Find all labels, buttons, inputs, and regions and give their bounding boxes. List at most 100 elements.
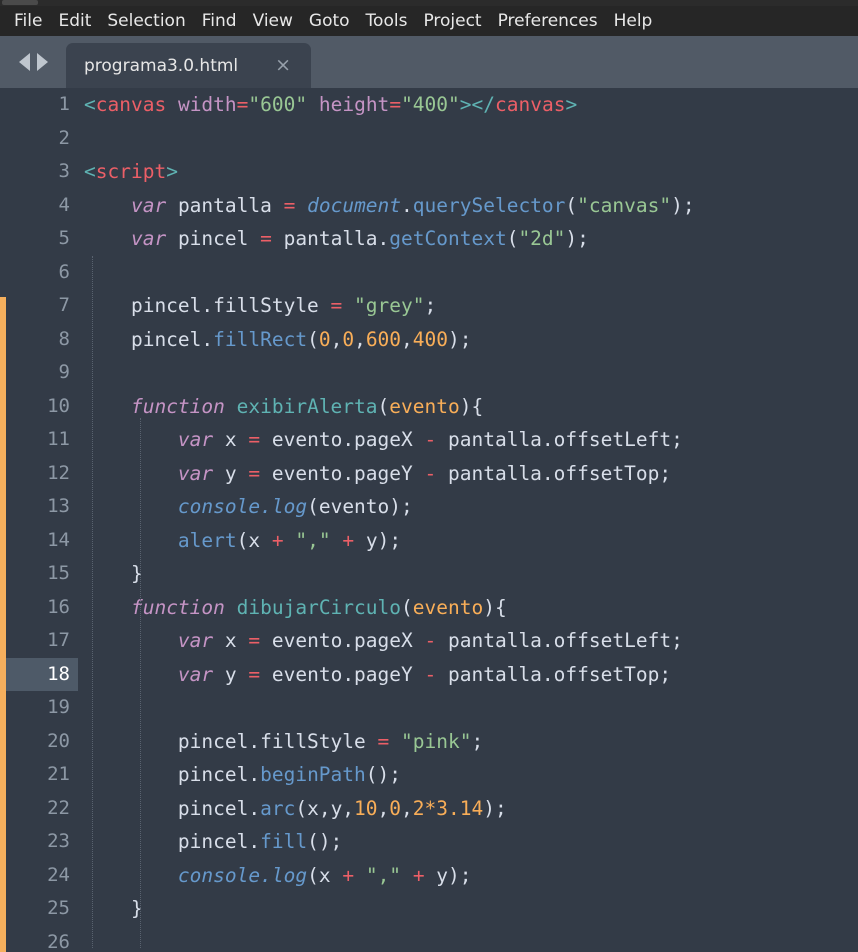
code-token <box>84 395 131 418</box>
code-line[interactable]: 4 var pantalla = document.querySelector(… <box>0 189 858 223</box>
code-line-active[interactable]: 18 var y = evento.pageY - pantalla.offse… <box>0 658 858 692</box>
code-token <box>84 663 178 686</box>
code-text[interactable]: pincel.arc(x,y,10,0,2*3.14); <box>78 792 858 826</box>
code-line[interactable]: 16 function dibujarCirculo(evento){ <box>0 591 858 625</box>
code-token: = <box>331 294 343 317</box>
code-line[interactable]: 12 var y = evento.pageY - pantalla.offse… <box>0 457 858 491</box>
code-token: arc <box>260 797 295 820</box>
code-token: 600 <box>366 328 401 351</box>
menu-item-view[interactable]: View <box>245 6 301 36</box>
code-token: evento.pageY <box>260 462 424 485</box>
code-token: getContext <box>389 227 506 250</box>
code-token: pantalla <box>166 194 283 217</box>
menu-item-help[interactable]: Help <box>606 6 661 36</box>
code-token: , <box>354 328 366 351</box>
code-line[interactable]: 20 pincel.fillStyle = "pink"; <box>0 725 858 759</box>
menu-item-tools[interactable]: Tools <box>358 6 416 36</box>
code-line[interactable]: 26 <box>0 926 858 952</box>
code-text[interactable]: pincel.beginPath(); <box>78 758 858 792</box>
code-line[interactable]: 5 var pincel = pantalla.getContext("2d")… <box>0 222 858 256</box>
code-token: > <box>460 93 472 116</box>
code-text[interactable]: alert(x + "," + y); <box>78 524 858 558</box>
close-icon[interactable]: × <box>261 56 311 75</box>
editor-tab[interactable]: programa3.0.html× <box>66 43 311 88</box>
code-line[interactable]: 2 <box>0 122 858 156</box>
code-line[interactable]: 25 } <box>0 892 858 926</box>
code-line[interactable]: 15 } <box>0 557 858 591</box>
code-line[interactable]: 7 pincel.fillStyle = "grey"; <box>0 289 858 323</box>
arrow-left-icon[interactable] <box>19 53 30 71</box>
menu-item-find[interactable]: Find <box>194 6 245 36</box>
line-number: 9 <box>6 356 78 390</box>
code-text[interactable]: var pincel = pantalla.getContext("2d"); <box>78 222 858 256</box>
code-line[interactable]: 1<canvas width="600" height="400"></canv… <box>0 88 858 122</box>
code-text[interactable]: <script> <box>78 155 858 189</box>
code-token <box>225 395 237 418</box>
code-text[interactable]: var x = evento.pageX - pantalla.offsetLe… <box>78 624 858 658</box>
code-line[interactable]: 23 pincel.fill(); <box>0 825 858 859</box>
code-token: var <box>178 462 213 485</box>
menu-item-selection[interactable]: Selection <box>99 6 193 36</box>
code-token <box>84 495 178 518</box>
code-text[interactable]: function dibujarCirculo(evento){ <box>78 591 858 625</box>
code-token: height <box>319 93 389 116</box>
code-text[interactable]: pincel.fill(); <box>78 825 858 859</box>
code-text[interactable]: } <box>78 557 858 591</box>
code-token: canvas <box>96 93 166 116</box>
code-token: = <box>378 730 390 753</box>
code-text[interactable]: pincel.fillRect(0,0,600,400); <box>78 323 858 357</box>
code-text[interactable]: var y = evento.pageY - pantalla.offsetTo… <box>78 457 858 491</box>
menu-item-preferences[interactable]: Preferences <box>490 6 606 36</box>
line-number: 15 <box>6 557 78 591</box>
code-text[interactable]: console.log(evento); <box>78 490 858 524</box>
code-text[interactable]: var pantalla = document.querySelector("c… <box>78 189 858 223</box>
code-token: 2 <box>413 797 425 820</box>
code-token: + <box>413 864 425 887</box>
code-line[interactable]: 14 alert(x + "," + y); <box>0 524 858 558</box>
code-text[interactable]: <canvas width="600" height="400"></canva… <box>78 88 858 122</box>
code-text[interactable]: var y = evento.pageY - pantalla.offsetTo… <box>78 658 858 692</box>
code-token: </ <box>472 93 495 116</box>
code-line[interactable]: 10 function exibirAlerta(evento){ <box>0 390 858 424</box>
code-editor[interactable]: 1<canvas width="600" height="400"></canv… <box>0 88 858 952</box>
code-line[interactable]: 24 console.log(x + "," + y); <box>0 859 858 893</box>
code-line[interactable]: 9 <box>0 356 858 390</box>
code-token: "2d" <box>518 227 565 250</box>
menu-item-file[interactable]: File <box>6 6 50 36</box>
menu-item-edit[interactable]: Edit <box>50 6 99 36</box>
code-token: "," <box>366 864 401 887</box>
code-token: y <box>213 462 248 485</box>
code-text[interactable]: pincel.fillStyle = "pink"; <box>78 725 858 759</box>
line-number: 7 <box>6 289 78 323</box>
code-token: function <box>131 596 225 619</box>
code-line[interactable]: 8 pincel.fillRect(0,0,600,400); <box>0 323 858 357</box>
code-token <box>389 730 401 753</box>
code-line[interactable]: 21 pincel.beginPath(); <box>0 758 858 792</box>
code-token: pincel <box>166 227 260 250</box>
code-text[interactable]: console.log(x + "," + y); <box>78 859 858 893</box>
window-chrome-strip <box>0 0 858 6</box>
code-text[interactable]: } <box>78 892 858 926</box>
code-line[interactable]: 6 <box>0 256 858 290</box>
menu-item-project[interactable]: Project <box>415 6 489 36</box>
code-line[interactable]: 22 pincel.arc(x,y,10,0,2*3.14); <box>0 792 858 826</box>
menu-item-goto[interactable]: Goto <box>301 6 358 36</box>
code-token: . <box>401 194 413 217</box>
line-number: 24 <box>6 859 78 893</box>
tab-navigation-arrows[interactable] <box>0 36 66 88</box>
code-text[interactable]: var x = evento.pageX - pantalla.offsetLe… <box>78 423 858 457</box>
code-lines-container[interactable]: 1<canvas width="600" height="400"></canv… <box>0 88 858 952</box>
code-token <box>354 864 366 887</box>
code-line[interactable]: 3<script> <box>0 155 858 189</box>
code-token: exibirAlerta <box>237 395 378 418</box>
arrow-right-icon[interactable] <box>37 53 48 71</box>
code-line[interactable]: 19 <box>0 691 858 725</box>
code-token <box>166 93 178 116</box>
code-line[interactable]: 13 console.log(evento); <box>0 490 858 524</box>
code-token: 0 <box>319 328 331 351</box>
code-line[interactable]: 17 var x = evento.pageX - pantalla.offse… <box>0 624 858 658</box>
code-line[interactable]: 11 var x = evento.pageX - pantalla.offse… <box>0 423 858 457</box>
line-number: 18 <box>6 658 78 692</box>
code-text[interactable]: pincel.fillStyle = "grey"; <box>78 289 858 323</box>
code-text[interactable]: function exibirAlerta(evento){ <box>78 390 858 424</box>
